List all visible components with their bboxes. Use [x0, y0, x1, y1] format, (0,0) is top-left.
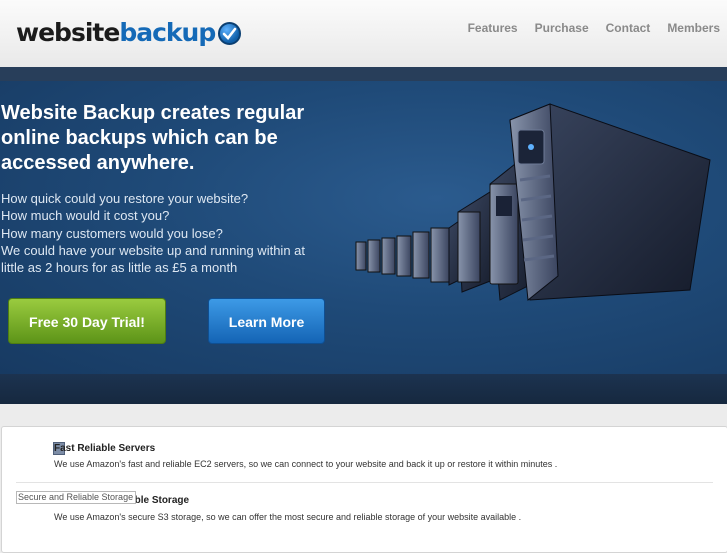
logo[interactable]: websitebackup [16, 17, 242, 49]
hero-bottom-band [0, 374, 727, 404]
nav-members[interactable]: Members [667, 21, 720, 35]
hero-line: We could have your website up and runnin… [1, 242, 306, 258]
main-nav: Features Purchase Contact Members [451, 21, 720, 35]
feature-description: We use Amazon's fast and reliable EC2 se… [54, 459, 558, 469]
server-rack-illustration [355, 103, 711, 301]
broken-image-alt: Secure and Reliable Storage [16, 491, 136, 504]
learn-more-button[interactable]: Learn More [208, 298, 325, 344]
nav-features[interactable]: Features [468, 21, 518, 35]
checkmark-icon [218, 21, 242, 45]
nav-contact[interactable]: Contact [606, 21, 651, 35]
divider [16, 482, 713, 483]
hero-headline: Website Backup creates regular online ba… [1, 102, 305, 174]
site-header: websitebackup Features Purchase Contact … [0, 0, 727, 68]
logo-text-backup: backup [119, 18, 216, 47]
hero-line: little as 2 hours for as little as £5 a … [1, 260, 238, 276]
logo-text-website: website [16, 18, 120, 47]
hero-top-band [0, 67, 727, 81]
features-section: Fast Reliable Servers We use Amazon's fa… [1, 426, 727, 553]
hero-text: How quick could you restore your website… [1, 190, 331, 276]
nav-purchase[interactable]: Purchase [535, 21, 589, 35]
hero-line: How many customers would you lose? [1, 225, 223, 241]
hero-line: How quick could you restore your website… [1, 191, 249, 206]
feature-title: Fast Reliable Servers [54, 443, 156, 454]
hero-line: How much would it cost you? [1, 208, 170, 224]
free-trial-button[interactable]: Free 30 Day Trial! [8, 298, 166, 344]
feature-description: We use Amazon's secure S3 storage, so we… [54, 512, 522, 522]
